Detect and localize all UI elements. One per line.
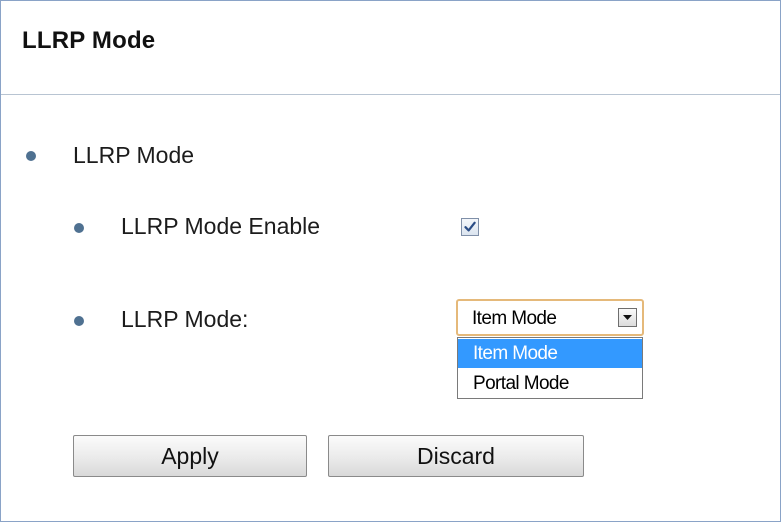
bullet-dot-icon	[74, 223, 84, 233]
panel-title: LLRP Mode	[22, 27, 156, 54]
llrp-mode-enable-checkbox[interactable]	[461, 218, 479, 236]
llrp-mode-enable-label: LLRP Mode Enable	[121, 213, 321, 239]
llrp-mode-dropdown-list: Item Mode Portal Mode	[457, 337, 643, 399]
dropdown-option-portal-mode[interactable]: Portal Mode	[458, 369, 642, 398]
title-divider	[1, 94, 780, 95]
dropdown-option-item-mode[interactable]: Item Mode	[458, 339, 642, 368]
llrp-mode-select-value: Item Mode	[472, 308, 557, 329]
llrp-mode-panel: LLRP Mode LLRP Mode LLRP Mode Enable LLR…	[0, 0, 781, 522]
bullet-dot-icon	[26, 151, 36, 161]
dropdown-arrow-button[interactable]	[618, 308, 637, 327]
apply-button[interactable]: Apply	[73, 435, 307, 477]
section-heading: LLRP Mode	[73, 142, 195, 168]
bullet-dot-icon	[74, 316, 84, 326]
checkmark-icon	[464, 221, 476, 232]
llrp-mode-select[interactable]: Item Mode	[456, 299, 644, 336]
discard-button[interactable]: Discard	[328, 435, 584, 477]
llrp-mode-label: LLRP Mode:	[121, 306, 249, 332]
triangle-down-icon	[623, 315, 632, 320]
